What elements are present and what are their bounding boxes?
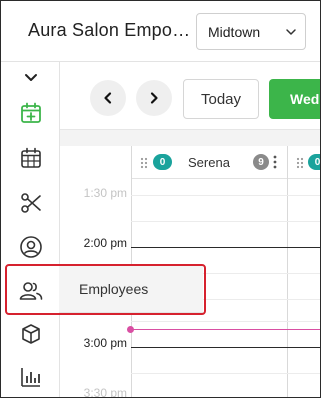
- time-label: 3:30 pm: [83, 386, 127, 398]
- grid-line: [131, 373, 320, 374]
- chevron-down-icon: [25, 74, 37, 81]
- current-time-marker: [127, 326, 134, 333]
- bar-chart-icon: [21, 368, 40, 387]
- next-day-button[interactable]: [136, 80, 172, 116]
- appointment-count-badge: 0: [153, 154, 172, 170]
- drag-handle-icon[interactable]: [140, 157, 148, 169]
- calendar-grid-icon: [21, 147, 41, 168]
- more-options-icon[interactable]: [272, 155, 278, 169]
- grid-line: [131, 221, 320, 222]
- today-button[interactable]: Today: [183, 79, 259, 119]
- chevron-down-icon: [286, 29, 296, 35]
- location-select-value: Midtown: [208, 24, 261, 40]
- scissors-icon: [21, 193, 41, 213]
- previous-day-button[interactable]: [90, 80, 126, 116]
- user-circle-icon: [20, 236, 42, 258]
- grid-line: [131, 321, 320, 322]
- sidebar-item-appointments[interactable]: [17, 99, 45, 127]
- employee-name-serena[interactable]: Serena: [188, 155, 230, 170]
- focus-highlight: [5, 264, 206, 315]
- current-time-line: [131, 329, 320, 330]
- chevron-right-icon: [150, 92, 158, 104]
- waitlist-count-badge: 9: [253, 154, 269, 170]
- sidebar-item-clients[interactable]: [17, 233, 45, 261]
- appointment-count-badge: 0: [308, 154, 320, 170]
- business-title: Aura Salon Empo…: [28, 20, 191, 40]
- box-icon: [22, 324, 40, 344]
- sidebar-item-reports[interactable]: [17, 363, 45, 391]
- hour-line: [131, 247, 320, 248]
- time-label: 2:00 pm: [83, 236, 127, 250]
- sidebar-collapse-button[interactable]: [17, 64, 45, 92]
- sidebar-item-services[interactable]: [17, 189, 45, 217]
- weekday-button[interactable]: Wed: [269, 79, 320, 119]
- hour-line: [131, 347, 320, 348]
- app-window: Aura Salon Empo… Midtown Today Wed 0 Ser…: [0, 0, 321, 398]
- calendar-header-strip: [60, 129, 320, 146]
- chevron-left-icon: [104, 92, 112, 104]
- sidebar-item-calendar[interactable]: [17, 144, 45, 172]
- app-header: Aura Salon Empo… Midtown: [1, 1, 320, 62]
- sidebar-item-products[interactable]: [17, 320, 45, 348]
- location-select[interactable]: Midtown: [196, 13, 306, 50]
- time-label: 1:30 pm: [83, 186, 127, 200]
- employee-column-divider: [287, 146, 288, 397]
- time-label: 3:00 pm: [83, 336, 127, 350]
- calendar-add-icon: [21, 102, 41, 123]
- grid-line: [131, 195, 320, 196]
- drag-handle-icon[interactable]: [296, 157, 304, 169]
